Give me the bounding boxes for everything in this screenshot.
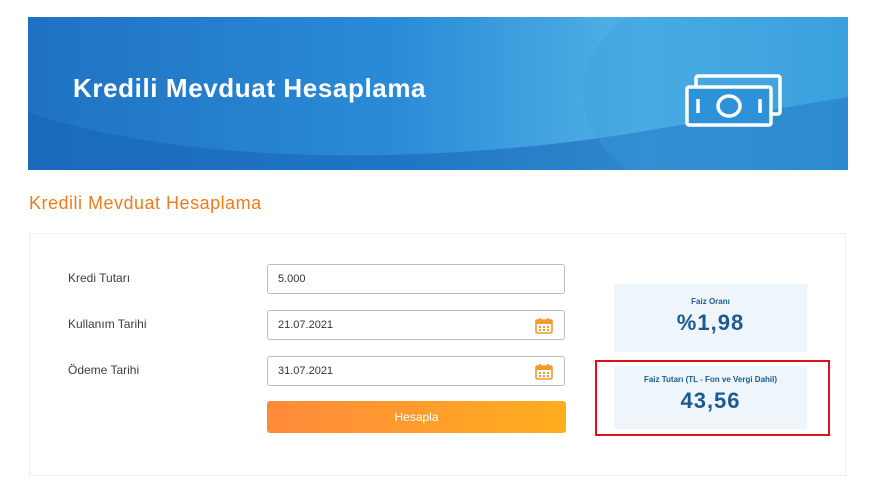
payment-date-value: 31.07.2021: [278, 365, 334, 377]
calculate-button[interactable]: Hesapla: [267, 401, 566, 433]
amount-input[interactable]: 5.000: [267, 264, 565, 294]
calendar-icon[interactable]: [535, 364, 553, 380]
page: Kredili Mevduat Hesaplama Kredili Mevdua…: [0, 0, 880, 495]
payment-date-input[interactable]: 31.07.2021: [267, 356, 565, 386]
highlight-annotation: [595, 360, 830, 436]
usage-date-label: Kullanım Tarihi: [68, 317, 147, 331]
hero-banner: Kredili Mevduat Hesaplama: [28, 17, 848, 170]
interest-rate-box: Faiz Oranı %1,98: [614, 284, 807, 352]
usage-date-input[interactable]: 21.07.2021: [267, 310, 565, 340]
section-title: Kredili Mevduat Hesaplama: [29, 193, 262, 213]
amount-label: Kredi Tutarı: [68, 271, 131, 285]
banknote-icon: [685, 74, 782, 127]
interest-rate-value: %1,98: [676, 310, 745, 335]
payment-date-label: Ödeme Tarihi: [68, 363, 140, 377]
banner-title: Kredili Mevduat Hesaplama: [73, 73, 427, 103]
interest-rate-label: Faiz Oranı: [691, 297, 730, 306]
amount-input-value: 5.000: [278, 273, 306, 285]
calendar-icon[interactable]: [535, 318, 553, 334]
usage-date-value: 21.07.2021: [278, 319, 334, 331]
